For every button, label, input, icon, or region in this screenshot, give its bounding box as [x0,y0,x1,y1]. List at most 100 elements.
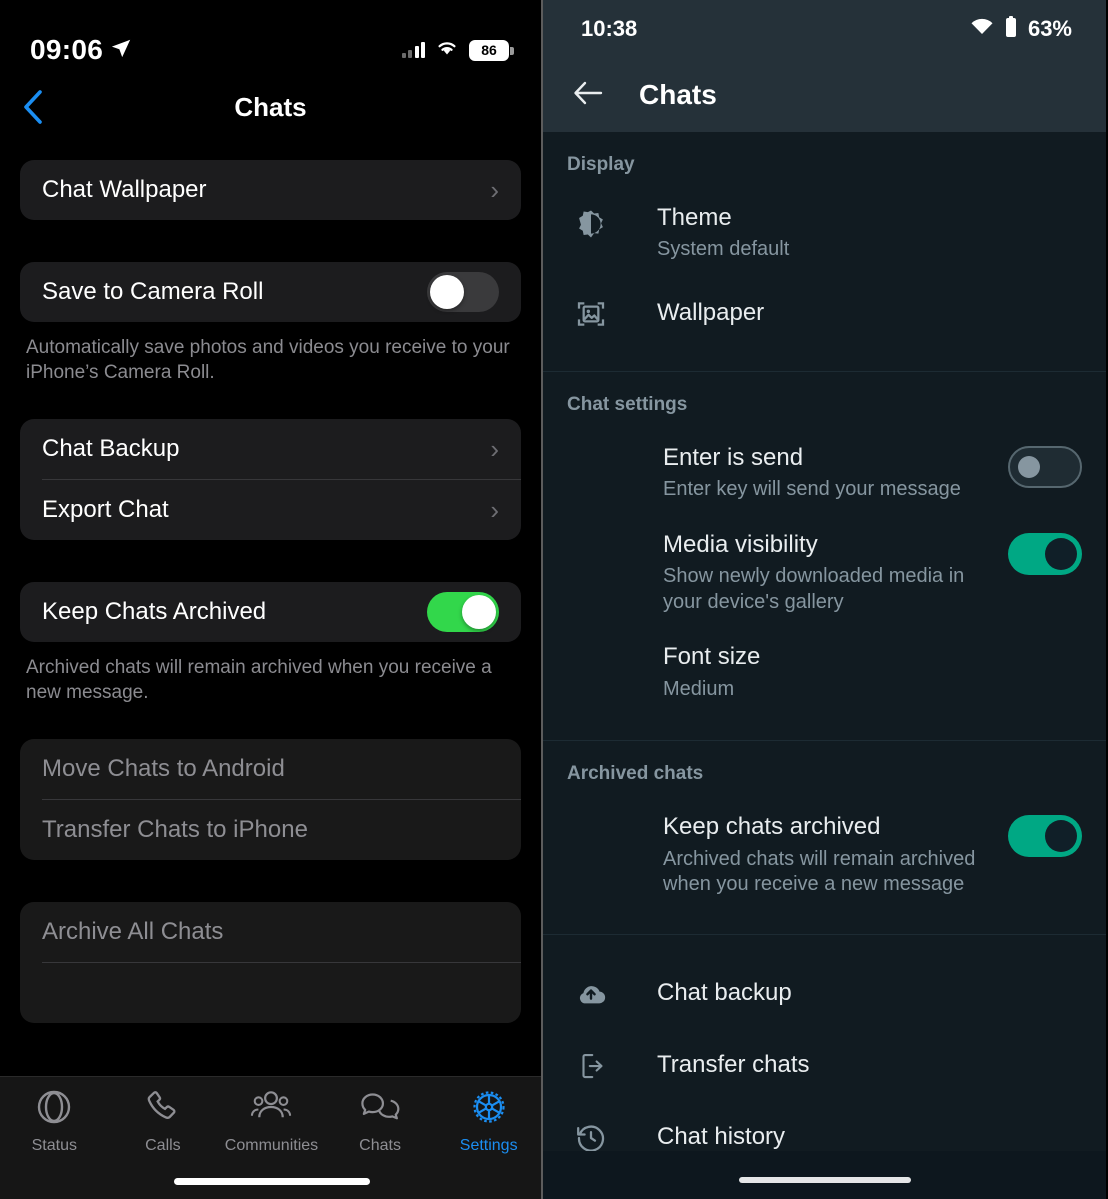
tab-chats[interactable]: Chats [326,1087,435,1159]
dual-phone-screenshot: 09:06 86 Chats Chat Wallpaper › Save to … [0,0,1108,1199]
row-title: Enter is send [663,443,804,471]
row-icon-placeholder [567,643,615,646]
android-row-text: Transfer chats [615,1051,1082,1079]
android-whatsapp-chats-settings: 10:38 63% Chats Display Theme System def… [543,0,1106,1199]
android-settings-list: Display Theme System default Wallpaper C… [543,132,1106,1173]
ios-status-left: 09:06 [30,34,132,66]
history-clock-icon [567,1119,615,1154]
ios-group-wallpaper: Chat Wallpaper › [20,160,521,220]
row-subtitle: Archived chats will remain archived when… [663,847,976,896]
ios-row-export-chat[interactable]: Export Chat › [20,480,521,540]
ios-status-right: 86 [401,38,514,62]
battery-icon [1004,15,1018,43]
android-status-right: 63% [970,15,1072,43]
wallpaper-image-icon [567,295,615,330]
chevron-right-icon: › [490,434,499,465]
tab-settings[interactable]: Settings [434,1087,541,1159]
ios-group-camera-roll: Save to Camera Roll [20,262,521,322]
android-row-text: Media visibility Show newly downloaded m… [615,531,1008,616]
keep-chats-archived-toggle[interactable] [1008,815,1082,858]
row-title: Theme [657,204,732,231]
tab-label: Communities [224,1137,319,1154]
row-title: Font size [663,643,761,671]
row-subtitle: Show newly downloaded media in your devi… [663,565,965,613]
android-section-backup: Chat backup Transfer chats Chat history [543,933,1106,1173]
ios-row-save-to-camera-roll[interactable]: Save to Camera Roll [20,262,521,322]
cellular-signal-icon [401,42,425,58]
android-row-wallpaper[interactable]: Wallpaper [543,277,1106,349]
android-row-chat-backup[interactable]: Chat backup [543,957,1106,1029]
ios-settings-list: Chat Wallpaper › Save to Camera Roll Aut… [0,136,541,1143]
android-row-text: Font size Medium [615,643,1082,702]
tab-communities[interactable]: Communities [217,1087,326,1159]
media-visibility-toggle[interactable] [1008,532,1082,575]
save-to-camera-roll-toggle[interactable] [427,272,499,312]
back-arrow-icon[interactable] [573,80,603,111]
android-clock: 10:38 [581,16,638,41]
ios-row-archive-all-chats[interactable]: Archive All Chats [20,902,521,962]
status-ring-icon [34,1087,74,1132]
ios-group-archive-all: Archive All Chats [20,902,521,1024]
ios-row-label: Chat Backup [42,435,180,463]
tab-calls[interactable]: Calls [109,1087,218,1159]
android-row-text: Theme System default [615,204,1082,263]
android-row-transfer-chats[interactable]: Transfer chats [543,1029,1106,1101]
android-section-display: Display Theme System default Wallpaper [543,132,1106,371]
row-title: Wallpaper [657,298,765,326]
battery-percent: 63% [1027,16,1072,41]
section-title: Archived chats [567,763,704,785]
ios-row-label: Move Chats to Android [42,755,285,783]
wifi-icon [970,18,994,41]
page-title: Chats [234,91,307,122]
ios-row-move-chats-to-android[interactable]: Move Chats to Android [20,739,521,799]
ios-row-keep-chats-archived[interactable]: Keep Chats Archived [20,582,521,642]
ios-row-chat-wallpaper[interactable]: Chat Wallpaper › [20,160,521,220]
android-row-text: Wallpaper [615,299,1082,327]
android-row-keep-chats-archived[interactable]: Keep chats archived Archived chats will … [543,799,1106,912]
ios-row-label: Transfer Chats to iPhone [42,816,308,844]
row-subtitle: System default [657,238,790,261]
ios-clock: 09:06 [30,34,104,65]
tab-label: Settings [459,1137,518,1154]
ios-footnote-camera-roll: Automatically save photos and videos you… [26,337,510,384]
transfer-chats-icon [567,1047,615,1082]
keep-chats-archived-toggle[interactable] [427,592,499,633]
chevron-right-icon: › [490,495,499,526]
android-row-enter-is-send[interactable]: Enter is send Enter key will send your m… [543,430,1106,517]
android-gesture-nav-bar [543,1151,1106,1199]
section-title: Display [567,154,635,175]
tab-label: Chats [359,1137,401,1154]
ios-footnote-keep-archived: Archived chats will remain archived when… [26,657,492,704]
android-row-media-visibility[interactable]: Media visibility Show newly downloaded m… [543,517,1106,630]
android-section-chat-settings: Chat settings Enter is send Enter key wi… [543,370,1106,740]
wifi-icon [434,38,460,62]
ios-row-label: Save to Camera Roll [42,278,264,305]
android-row-font-size[interactable]: Font size Medium [543,629,1106,716]
ios-group-keep-archived: Keep Chats Archived [20,582,521,643]
android-row-text: Enter is send Enter key will send your m… [615,444,1008,503]
home-indicator [173,1178,370,1185]
ios-whatsapp-chats-settings: 09:06 86 Chats Chat Wallpaper › Save to … [0,0,543,1199]
ios-group-transfer: Move Chats to Android Transfer Chats to … [20,739,521,861]
ios-row-chat-backup[interactable]: Chat Backup › [20,419,521,479]
theme-brightness-icon [567,204,615,241]
chevron-right-icon: › [490,175,499,205]
gesture-handle[interactable] [738,1177,911,1183]
row-title: Keep chats archived [663,813,881,841]
row-icon-placeholder [567,531,615,534]
ios-row-label: Archive All Chats [42,918,224,946]
android-row-theme[interactable]: Theme System default [543,190,1106,277]
gear-icon [469,1087,509,1132]
row-subtitle: Enter key will send your message [663,478,961,501]
enter-is-send-toggle[interactable] [1008,445,1082,488]
tab-status[interactable]: Status [0,1087,109,1159]
row-title: Chat history [657,1122,786,1150]
phone-icon [143,1087,183,1132]
row-subtitle: Medium [663,677,735,700]
android-status-bar: 10:38 63% [543,0,1106,58]
row-title: Media visibility [663,530,818,558]
android-nav-bar: Chats [543,58,1106,132]
ios-row-transfer-chats-to-iphone[interactable]: Transfer Chats to iPhone [20,800,521,860]
battery-indicator: 86 [469,39,514,61]
section-title: Chat settings [567,393,688,415]
